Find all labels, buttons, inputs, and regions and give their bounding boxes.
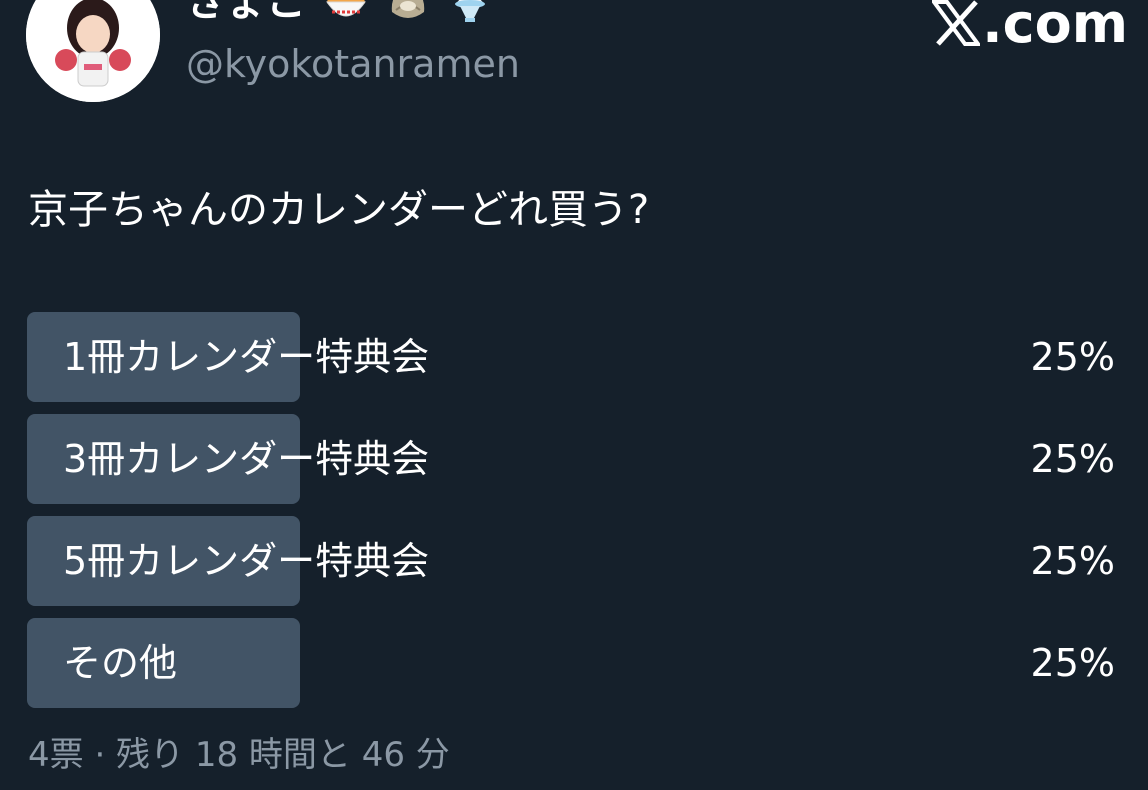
- shaved-ice-icon: [448, 0, 492, 26]
- avatar[interactable]: [26, 0, 160, 102]
- poll-option-label: 5冊カレンダー特典会: [63, 539, 430, 583]
- brand-domain-text: .com: [982, 0, 1128, 55]
- avatar-illustration: [26, 0, 160, 102]
- poll-option-2[interactable]: 3冊カレンダー特典会 25%: [27, 414, 1119, 504]
- poll-option-percent: 25%: [1030, 335, 1115, 379]
- poll-option-3[interactable]: 5冊カレンダー特典会 25%: [27, 516, 1119, 606]
- poll-option-percent: 25%: [1030, 641, 1115, 685]
- poll-option-percent: 25%: [1030, 539, 1115, 583]
- tweet-question: 京子ちゃんのカレンダーどれ買う?: [28, 187, 650, 233]
- ramen-bowl-icon: [324, 0, 368, 26]
- poll-option-1[interactable]: 1冊カレンダー特典会 25%: [27, 312, 1119, 402]
- user-handle[interactable]: @kyokotanramen: [186, 40, 520, 88]
- poll-option-percent: 25%: [1030, 437, 1115, 481]
- poll-option-4[interactable]: その他 25%: [27, 618, 1119, 708]
- poll-option-label: 3冊カレンダー特典会: [63, 437, 430, 481]
- oyster-icon: [386, 0, 430, 26]
- poll-summary: 4票 · 残り 18 時間と 46 分: [28, 735, 450, 775]
- poll-option-label: その他: [63, 641, 178, 685]
- poll: 1冊カレンダー特典会 25% 3冊カレンダー特典会 25% 5冊カレンダー特典会…: [27, 312, 1119, 720]
- poll-option-label: 1冊カレンダー特典会: [63, 335, 430, 379]
- x-logo-icon: [932, 0, 981, 46]
- display-name-text: きょこ: [186, 0, 306, 25]
- x-com-logo: .com: [932, 0, 1128, 54]
- display-name[interactable]: きょこ: [186, 0, 492, 26]
